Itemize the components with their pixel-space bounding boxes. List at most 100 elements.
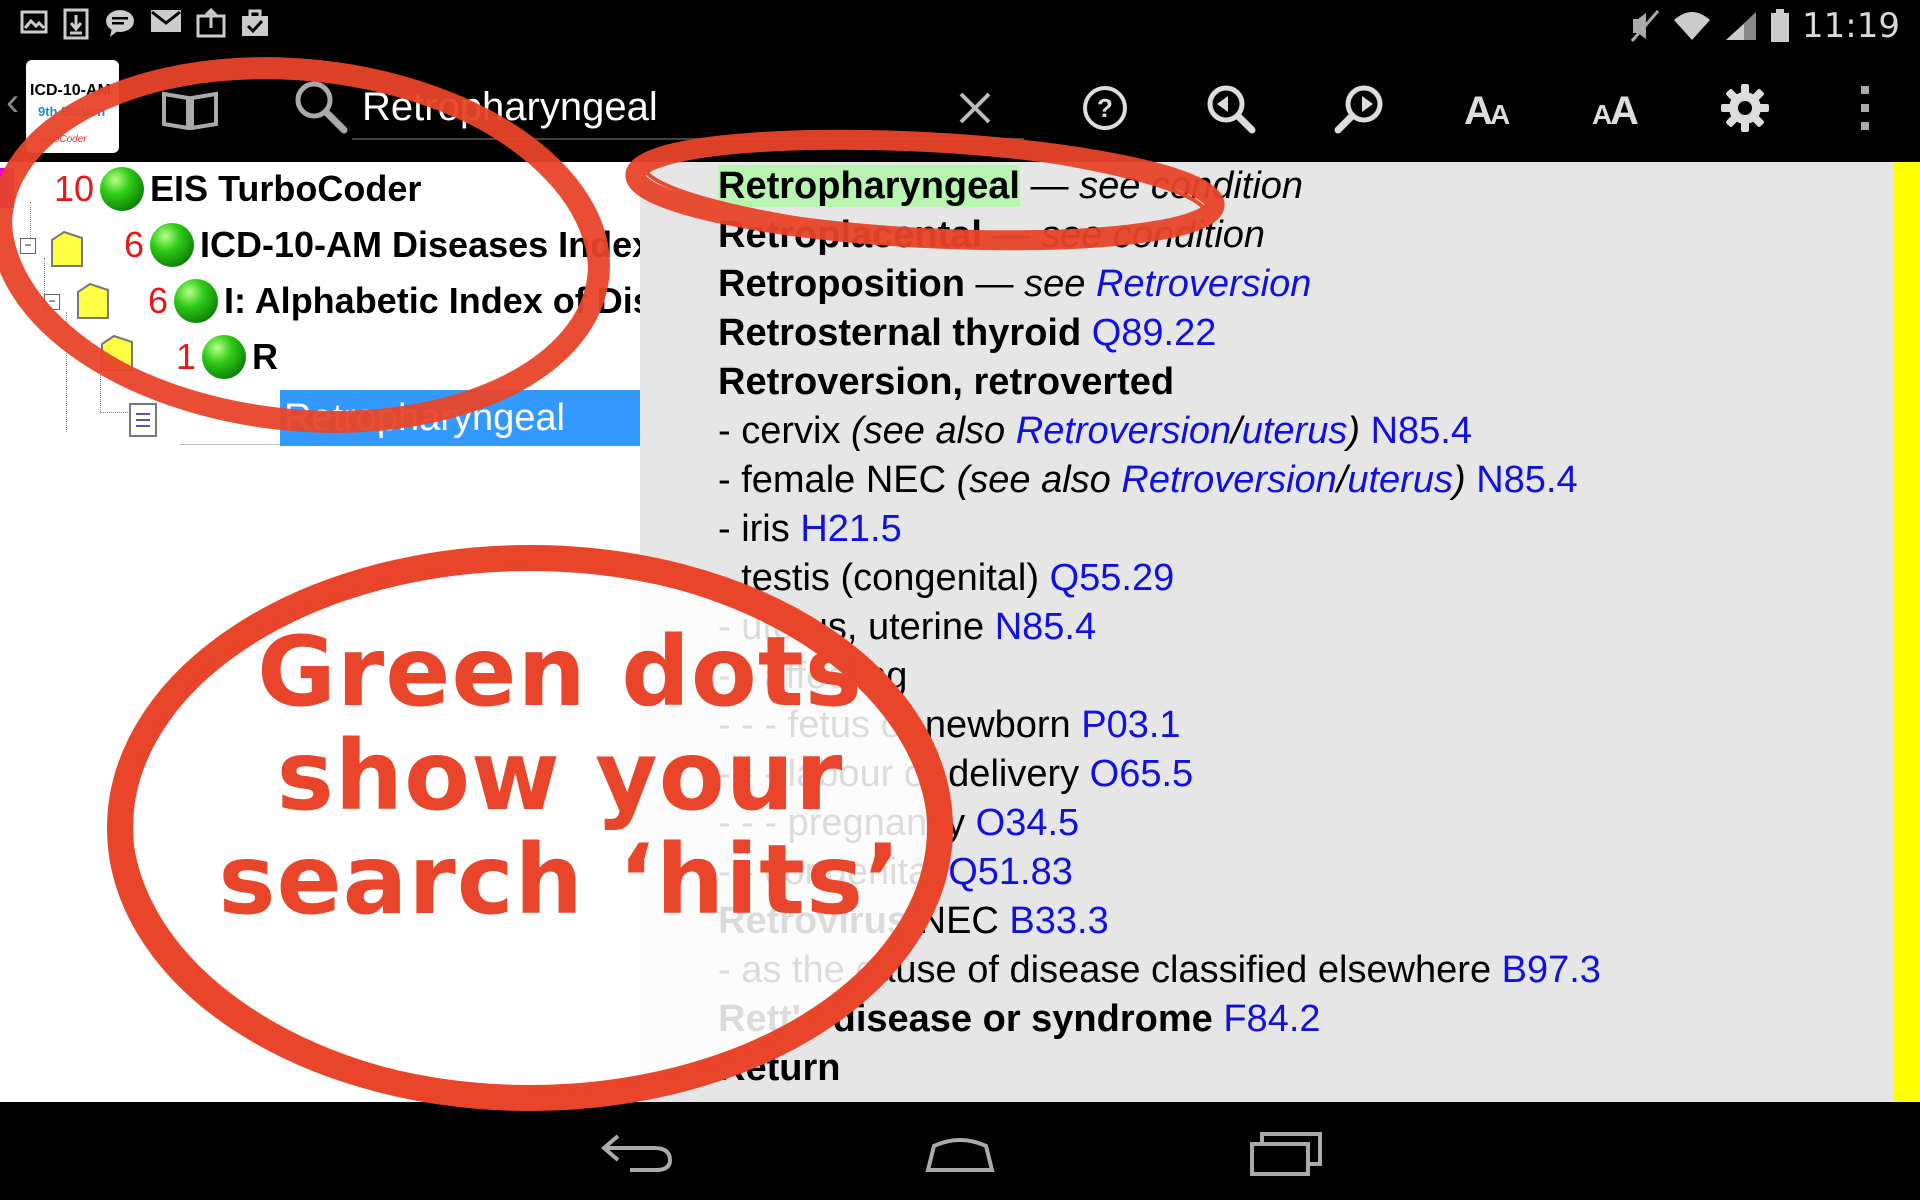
code-link[interactable]: Q51.83 [948, 851, 1073, 893]
cross-reference-link[interactable]: uterus [1242, 410, 1348, 452]
tree-node-label: ICD-10-AM Diseases Index [200, 224, 640, 265]
code-link[interactable]: Q89.22 [1092, 312, 1217, 354]
code-link[interactable]: O34.5 [976, 802, 1080, 844]
callout-text: Green dots show your search ‘hits’ [160, 620, 960, 932]
code-link[interactable]: B97.3 [1502, 949, 1601, 991]
tree-node[interactable]: 1 R [176, 334, 278, 380]
help-icon[interactable]: ? [1075, 78, 1135, 138]
action-bar: ‹ ICD-10-AM 9th Edition TurboCoder ? A A… [0, 50, 1920, 162]
book-icon[interactable] [160, 90, 220, 130]
recent-apps-icon[interactable] [1248, 1130, 1324, 1178]
search-icon[interactable] [290, 76, 350, 136]
mail-icon [151, 10, 181, 32]
entry-text: / [1231, 410, 1242, 452]
clear-icon[interactable] [945, 78, 1005, 138]
image-icon [20, 10, 48, 34]
tree-node[interactable]: 6 I: Alphabetic Index of Diseases [148, 278, 640, 324]
code-link[interactable]: N85.4 [1476, 459, 1577, 501]
index-entry: Rett's disease or syndrome F84.2 [718, 995, 1601, 1044]
code-link[interactable]: B33.3 [1009, 900, 1108, 942]
tree-node-label: R [252, 336, 279, 377]
index-entry: Retroposition — see Retroversion [718, 260, 1601, 309]
zoom-in-icon[interactable] [1330, 78, 1390, 138]
index-entry: Retroversion, retroverted [718, 358, 1601, 407]
folder-icon[interactable] [100, 332, 134, 372]
entry-term: Rett's disease or syndrome [718, 998, 1213, 1040]
entry-text: - cervix [718, 410, 851, 452]
clipboard-check-icon [242, 9, 268, 36]
signal-icon [1726, 12, 1757, 40]
search-input[interactable] [360, 78, 1034, 136]
entry-text: see [1024, 263, 1096, 305]
entry-text: (see also [851, 410, 1016, 452]
briefcase-upload-icon [196, 8, 226, 38]
tree-node-label: I: Alphabetic Index of Diseases [224, 280, 640, 321]
overflow-menu-icon[interactable] [1835, 78, 1895, 138]
green-dot-icon [100, 167, 145, 211]
index-entry: - testis (congenital) Q55.29 [718, 554, 1601, 603]
folder-icon[interactable] [76, 280, 110, 320]
index-entry: - as the cause of disease classified els… [718, 946, 1601, 995]
text-larger-icon[interactable]: A A [1588, 78, 1648, 138]
tree-node-label: EIS TurboCoder [150, 168, 422, 209]
entry-text: - as the cause of disease classified els… [718, 949, 1502, 991]
home-icon[interactable] [924, 1134, 996, 1174]
callout-line: show your [276, 720, 844, 832]
notification-icons [20, 8, 270, 40]
svg-text:?: ? [1097, 93, 1113, 123]
cross-reference-link[interactable]: Retroversion [1121, 459, 1336, 501]
code-link[interactable]: F84.2 [1223, 998, 1320, 1040]
entry-term: Retroplacental [718, 214, 982, 256]
up-chevron-icon[interactable]: ‹ [6, 80, 19, 125]
entry-term: Retrosternal thyroid [718, 312, 1082, 354]
index-entry: Retrosternal thyroid Q89.22 [718, 309, 1601, 358]
cross-reference-link[interactable]: Retroversion [1016, 410, 1231, 452]
entry-term: Retroversion, retroverted [718, 361, 1175, 403]
entry-text: (see also [956, 459, 1122, 501]
entry-text: ) [1347, 410, 1371, 452]
code-link[interactable]: O65.5 [1090, 753, 1194, 795]
system-status: 11:19 [1630, 6, 1900, 46]
entry-term: Return [718, 1047, 841, 1089]
entry-text: - female NEC [718, 459, 957, 501]
hit-count: 6 [124, 224, 145, 265]
index-entry: Retropharyngeal — see condition [718, 162, 1601, 211]
wifi-icon [1674, 12, 1711, 40]
hit-count: 6 [148, 280, 169, 321]
clock: 11:19 [1802, 6, 1900, 46]
settings-icon[interactable] [1715, 78, 1775, 138]
code-link[interactable]: P03.1 [1081, 704, 1180, 746]
hit-count: 10 [54, 168, 95, 209]
search-underline [352, 138, 1024, 140]
zoom-out-icon[interactable] [1200, 78, 1260, 138]
code-link[interactable]: H21.5 [800, 508, 901, 550]
callout-line: search ‘hits’ [218, 824, 902, 936]
text-smaller-icon[interactable]: A A [1460, 78, 1520, 138]
navigation-bar [0, 1102, 1920, 1200]
scroll-indicator[interactable] [1894, 162, 1920, 1102]
entry-text: — [964, 263, 1025, 305]
index-entry: Retroplacental — see condition [718, 211, 1601, 260]
cross-reference-link[interactable]: uterus [1347, 459, 1453, 501]
index-entry: - female NEC (see also Retroversion/uter… [718, 456, 1601, 505]
entry-text: - iris [718, 508, 801, 550]
entry-text: ) [1452, 459, 1477, 501]
code-link[interactable]: Q55.29 [1050, 557, 1175, 599]
entry-text: see condition [1079, 165, 1304, 207]
svg-text:A: A [1490, 99, 1510, 130]
index-entry: - cervix (see also Retroversion/uterus) … [718, 407, 1601, 456]
tree-selected-item[interactable]: Retropharyngeal [280, 390, 640, 446]
entry-text: — [1019, 165, 1080, 207]
cross-reference-link[interactable]: Retroversion [1096, 263, 1311, 305]
code-link[interactable]: N85.4 [995, 606, 1096, 648]
mute-icon [1630, 10, 1660, 42]
status-bar: 11:19 [0, 0, 1920, 50]
chat-icon [106, 10, 134, 37]
folder-icon[interactable] [50, 228, 84, 268]
tree-node[interactable]: 10 EIS TurboCoder [54, 166, 421, 212]
back-icon[interactable] [600, 1130, 674, 1174]
code-link[interactable]: N85.4 [1371, 410, 1472, 452]
tree-node[interactable]: 6 ICD-10-AM Diseases Index [124, 222, 640, 268]
document-icon[interactable] [128, 402, 158, 438]
app-logo[interactable]: ICD-10-AM 9th Edition TurboCoder [26, 60, 119, 153]
